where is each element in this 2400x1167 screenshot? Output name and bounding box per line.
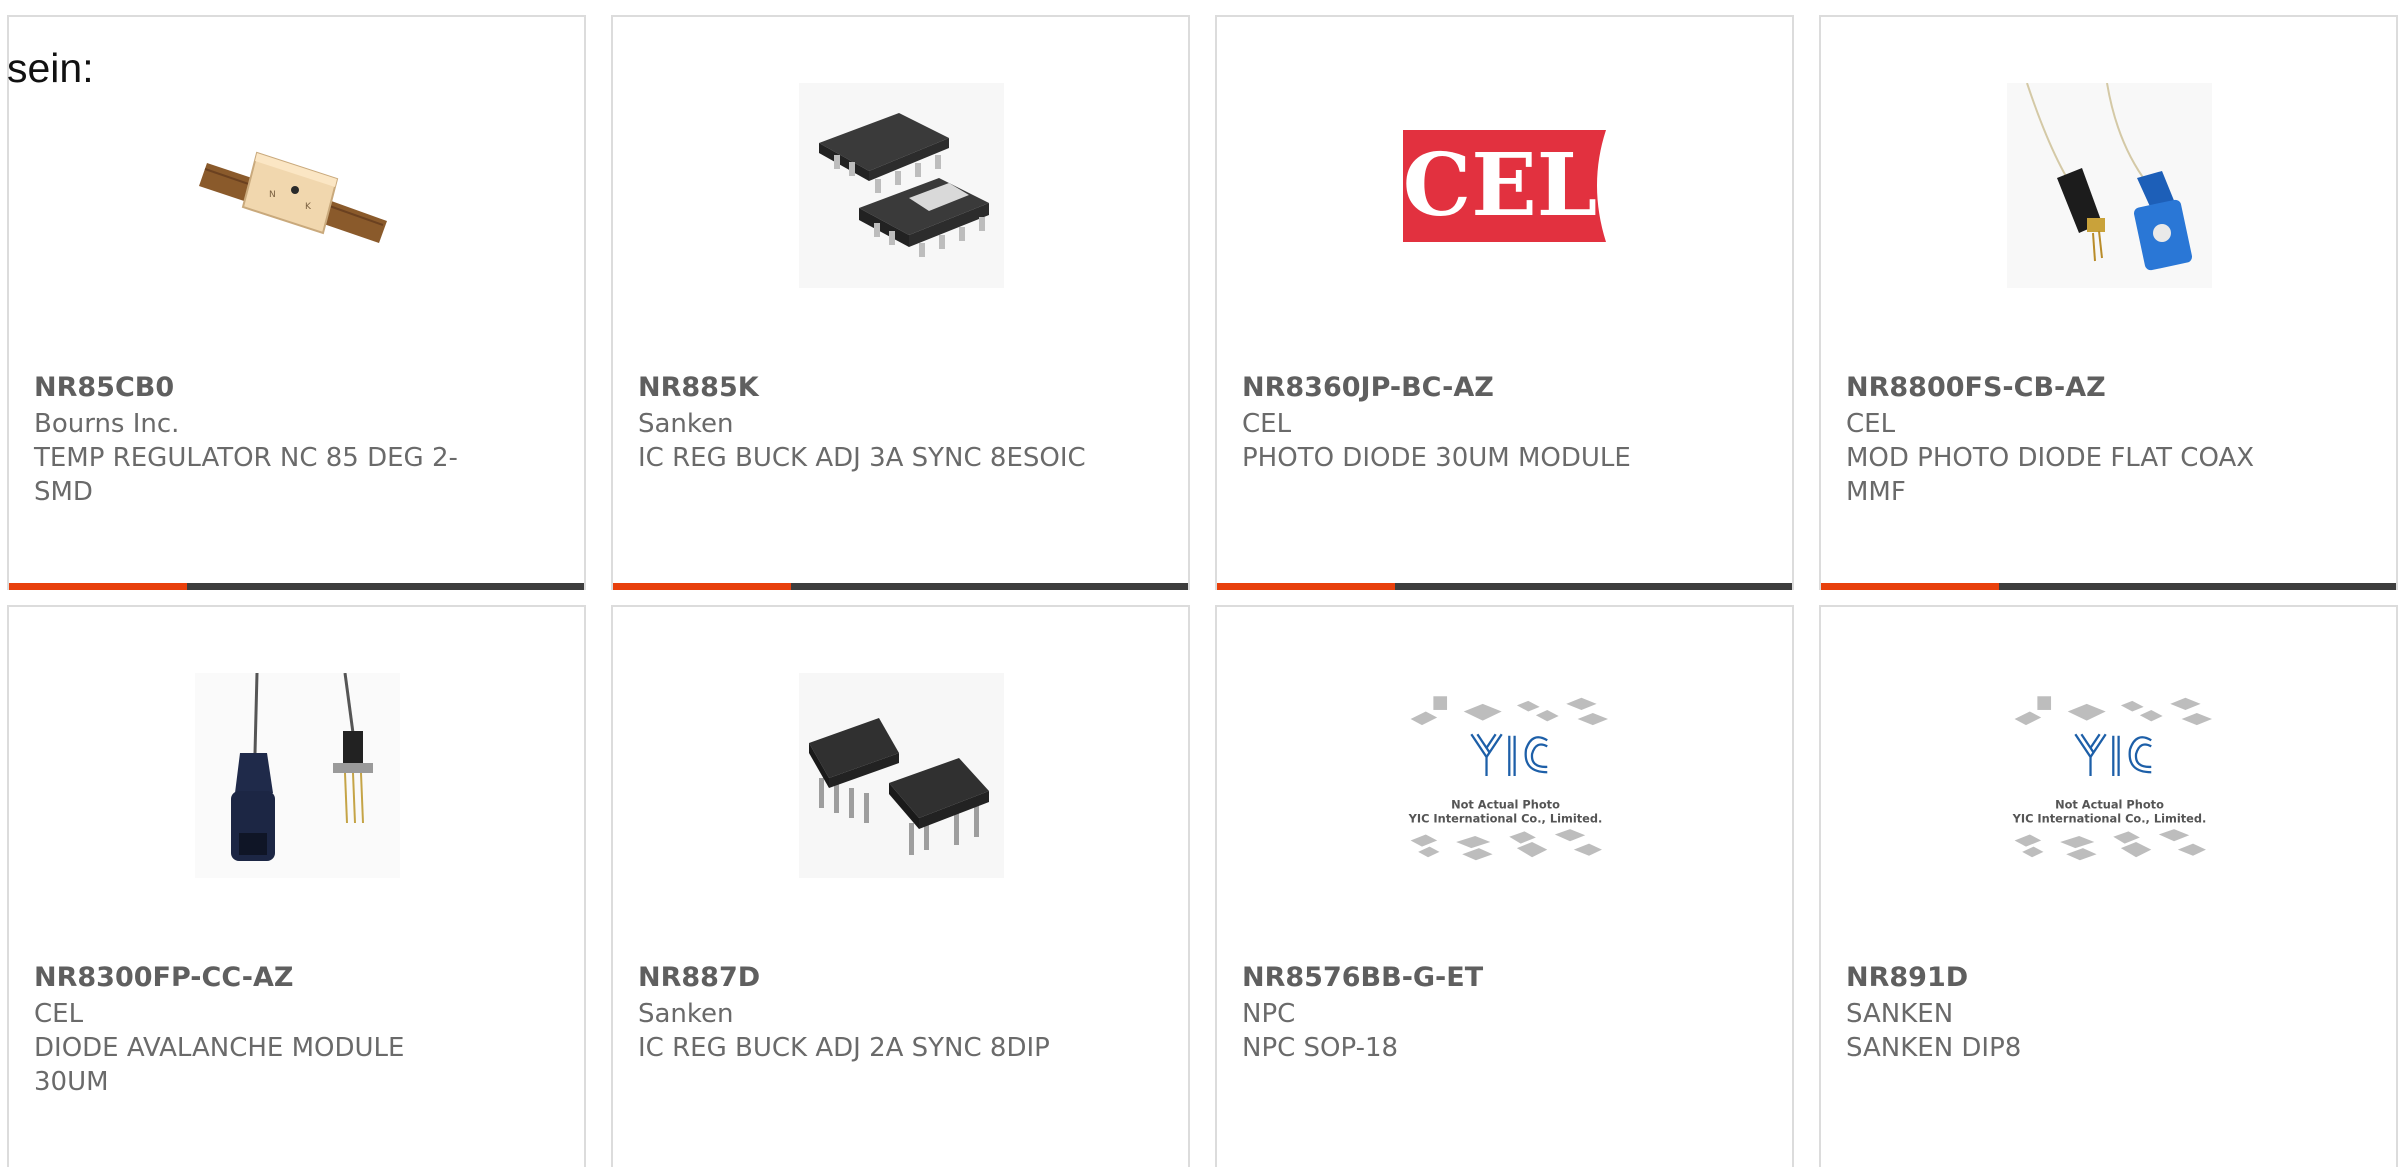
temp-regulator-image[interactable]: N K: [195, 83, 400, 288]
progress-bar: [9, 583, 584, 590]
manufacturer: Sanken: [638, 999, 734, 1029]
part-number[interactable]: NR8300FP-CC-AZ: [34, 962, 293, 993]
description: DIODE AVALANCHE MODULE 30UM: [34, 1033, 405, 1097]
description: TEMP REGULATOR NC 85 DEG 2-SMD: [34, 443, 458, 507]
manufacturer: Sanken: [638, 409, 734, 439]
soic-chip-image[interactable]: [798, 83, 1004, 288]
placeholder-line1: Not Actual Photo: [2055, 797, 2164, 811]
manufacturer: CEL: [1846, 409, 1896, 439]
product-card[interactable]: N K NR85CB0 Bourns Inc. TEMP REGULATOR N…: [7, 15, 586, 590]
progress-bar: [1217, 583, 1792, 590]
manufacturer: CEL: [1242, 409, 1292, 439]
product-listing-page: sein: N K NR85CB0 Bourns Inc. TEMP REGUL…: [0, 0, 2400, 1167]
product-card[interactable]: Not Actual Photo YIC International Co., …: [1819, 605, 2398, 1167]
description: PHOTO DIODE 30UM MODULE: [1242, 443, 1631, 473]
section-heading: sein:: [7, 45, 94, 91]
progress-fill: [1821, 583, 2000, 590]
placeholder-image[interactable]: Not Actual Photo YIC International Co., …: [2007, 673, 2212, 878]
fiber-diode-image[interactable]: [194, 673, 400, 878]
manufacturer: Bourns Inc.: [34, 409, 180, 439]
progress-fill: [1217, 583, 1396, 590]
product-card[interactable]: CEL NR8360JP-BC-AZ CEL PHOTO DIODE 30UM …: [1215, 15, 1794, 590]
description: MOD PHOTO DIODE FLAT COAX MMF: [1846, 443, 2255, 507]
manufacturer: SANKEN: [1846, 999, 1954, 1029]
svg-text:N: N: [269, 190, 276, 200]
progress-fill: [613, 583, 792, 590]
dip-chip-image[interactable]: [798, 673, 1004, 878]
progress-bar: [1821, 583, 2396, 590]
product-grid: N K NR85CB0 Bourns Inc. TEMP REGULATOR N…: [7, 15, 2398, 1167]
part-number[interactable]: NR887D: [638, 962, 760, 993]
description: IC REG BUCK ADJ 2A SYNC 8DIP: [638, 1033, 1050, 1063]
part-number[interactable]: NR8576BB-G-ET: [1242, 962, 1483, 993]
progress-fill: [9, 583, 188, 590]
product-card[interactable]: NR885K Sanken IC REG BUCK ADJ 3A SYNC 8E…: [611, 15, 1190, 590]
part-number[interactable]: NR85CB0: [34, 372, 174, 403]
progress-bar: [613, 583, 1188, 590]
description: SANKEN DIP8: [1846, 1033, 2022, 1063]
product-card[interactable]: NR8300FP-CC-AZ CEL DIODE AVALANCHE MODUL…: [7, 605, 586, 1167]
part-number[interactable]: NR8360JP-BC-AZ: [1242, 372, 1494, 403]
product-card[interactable]: NR887D Sanken IC REG BUCK ADJ 2A SYNC 8D…: [611, 605, 1190, 1167]
placeholder-line2: YIC International Co., Limited.: [1407, 811, 1602, 825]
part-number[interactable]: NR8800FS-CB-AZ: [1846, 372, 2106, 403]
cel-logo-text: CEL: [1403, 135, 1597, 236]
placeholder-line1: Not Actual Photo: [1451, 797, 1560, 811]
product-card[interactable]: NR8800FS-CB-AZ CEL MOD PHOTO DIODE FLAT …: [1819, 15, 2398, 590]
description: IC REG BUCK ADJ 3A SYNC 8ESOIC: [638, 443, 1086, 473]
part-number[interactable]: NR891D: [1846, 962, 1968, 993]
description: NPC SOP-18: [1242, 1033, 1399, 1063]
part-number[interactable]: NR885K: [638, 372, 759, 403]
placeholder-image[interactable]: Not Actual Photo YIC International Co., …: [1403, 673, 1608, 878]
placeholder-line2: YIC International Co., Limited.: [2011, 811, 2206, 825]
product-card[interactable]: Not Actual Photo YIC International Co., …: [1215, 605, 1794, 1167]
cel-logo-image[interactable]: CEL: [1402, 83, 1608, 288]
fiber-connector-image[interactable]: [2006, 83, 2212, 288]
manufacturer: NPC: [1242, 999, 1296, 1029]
manufacturer: CEL: [34, 999, 84, 1029]
